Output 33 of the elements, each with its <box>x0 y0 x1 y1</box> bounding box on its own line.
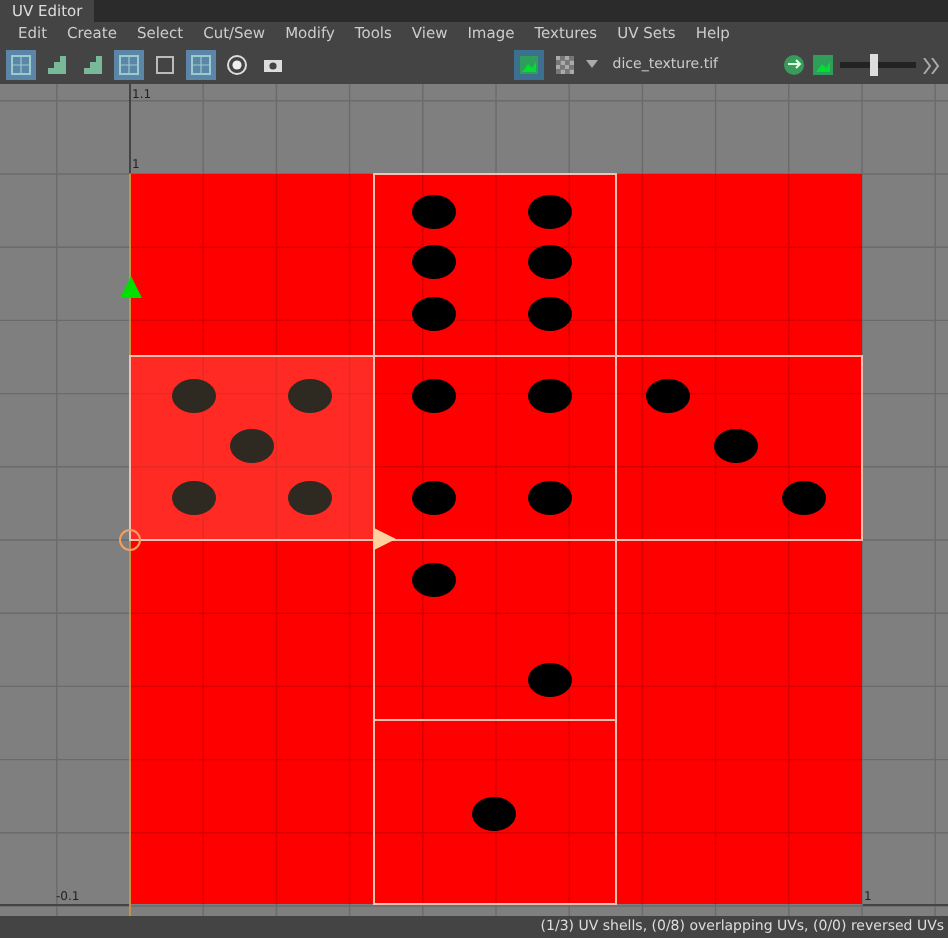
dice-pip <box>230 429 274 463</box>
dice-pip <box>528 663 572 697</box>
expand-icon[interactable] <box>922 57 942 73</box>
uv-face[interactable] <box>373 173 617 357</box>
dice-pip <box>172 379 216 413</box>
dice-pip <box>646 379 690 413</box>
uv-face[interactable] <box>373 719 617 905</box>
dice-pip <box>412 563 456 597</box>
swap-icon[interactable] <box>782 54 806 76</box>
dice-pip <box>412 297 456 331</box>
dice-pip <box>714 429 758 463</box>
dice-pip <box>782 481 826 515</box>
image-icon[interactable] <box>514 50 545 80</box>
uv-face[interactable] <box>615 355 863 541</box>
dice-pip <box>412 245 456 279</box>
axis-line <box>862 904 948 906</box>
dice-pip <box>528 245 572 279</box>
dice-pip <box>528 297 572 331</box>
image-icon[interactable] <box>812 54 834 76</box>
uv-face[interactable] <box>373 539 617 721</box>
dice-pip <box>172 481 216 515</box>
move-up-arrow-icon[interactable] <box>120 276 142 298</box>
slider-thumb[interactable] <box>870 54 879 76</box>
square-icon[interactable] <box>150 50 180 80</box>
circle-icon[interactable] <box>222 50 252 80</box>
pivot-icon[interactable] <box>119 529 141 551</box>
dice-pip <box>288 379 332 413</box>
stairs-icon[interactable] <box>78 50 108 80</box>
dice-pip <box>412 195 456 229</box>
dice-pip <box>472 797 516 831</box>
stairs-icon[interactable] <box>42 50 72 80</box>
dice-pip <box>288 481 332 515</box>
dice-pip <box>528 195 572 229</box>
